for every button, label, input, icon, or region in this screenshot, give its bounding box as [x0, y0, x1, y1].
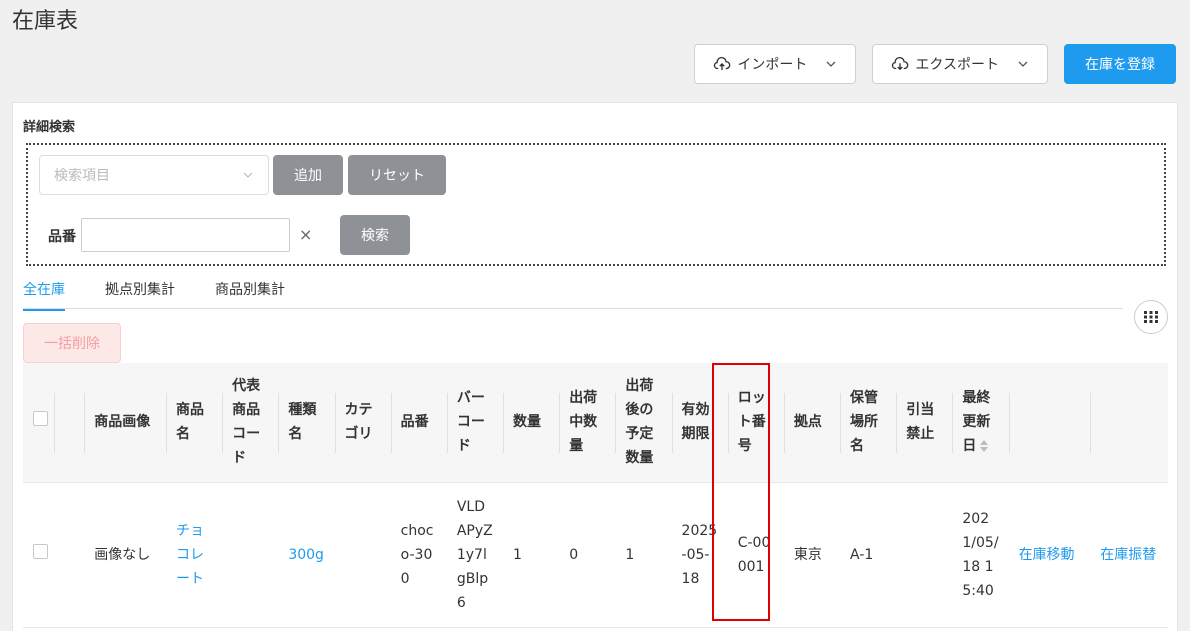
- column-header-storage: 保管場所名: [840, 363, 897, 483]
- column-header-variant: 種類名: [278, 363, 335, 483]
- page-title: 在庫表: [12, 9, 79, 34]
- search-field-placeholder: 検索項目: [54, 168, 110, 184]
- column-header-part-no: 品番: [390, 363, 447, 483]
- column-header-location: 拠点: [783, 363, 841, 483]
- cell-lot: C-00001: [727, 482, 784, 628]
- grid-icon: [1144, 311, 1158, 323]
- column-settings-button[interactable]: [1134, 300, 1168, 334]
- cell-image: 画像なし: [84, 482, 166, 628]
- cloud-upload-icon: [714, 56, 731, 70]
- register-stock-button[interactable]: 在庫を登録: [1064, 44, 1176, 84]
- cell-planned-qty: 1: [615, 482, 672, 628]
- column-header-product-name: 商品名: [165, 363, 223, 483]
- column-header-category: カテゴリ: [334, 363, 391, 483]
- search-field-select[interactable]: 検索項目: [39, 155, 269, 195]
- cell-barcode: VLDAPyZ1y7lgBlp6: [446, 482, 504, 628]
- cell-expiry: 2025-05-18: [671, 482, 728, 628]
- cell-shipping-qty: 0: [559, 482, 616, 628]
- row-spacer-cell: [53, 482, 85, 628]
- add-button[interactable]: 追加: [273, 155, 343, 195]
- tab-by-location[interactable]: 拠点別集計: [105, 279, 175, 309]
- inventory-panel: 詳細検索 検索項目 追加 リセット 品番 × 検索 全在庫 拠点別集計 商品別集…: [12, 102, 1178, 631]
- column-header: [53, 363, 85, 483]
- cell-category: [334, 482, 391, 628]
- row-checkbox[interactable]: [33, 543, 48, 559]
- cell-variant[interactable]: 300g: [278, 482, 335, 628]
- column-header-action-2: [1090, 363, 1168, 483]
- top-actions: インポート エクスポート 在庫を登録: [694, 44, 1176, 84]
- column-header-lot: ロット番号: [727, 363, 784, 483]
- export-button[interactable]: エクスポート: [872, 44, 1048, 84]
- chevron-down-icon: [1018, 61, 1028, 67]
- export-label: エクスポート: [915, 57, 999, 73]
- tab-all-stock[interactable]: 全在庫: [23, 279, 65, 311]
- cloud-download-icon: [892, 56, 909, 71]
- stock-transfer-link[interactable]: 在庫振替: [1090, 482, 1168, 628]
- cell-rep-code: [222, 482, 279, 628]
- reset-button[interactable]: リセット: [348, 155, 446, 195]
- import-button[interactable]: インポート: [694, 44, 857, 84]
- cell-qty: 1: [503, 482, 560, 628]
- chevron-down-icon: [826, 61, 836, 67]
- part-number-input[interactable]: [81, 218, 290, 252]
- select-all-cell: [23, 363, 54, 483]
- part-number-label: 品番: [48, 229, 76, 245]
- inventory-table-wrap: 商品画像 商品名 代表商品コード 種類名 カテゴリ 品番 バーコード 数量 出荷…: [23, 363, 1168, 631]
- column-header-updated[interactable]: 最終更新日: [952, 363, 1009, 483]
- column-header-shipping-qty: 出荷中数量: [559, 363, 616, 483]
- search-button[interactable]: 検索: [340, 215, 410, 255]
- column-header-expiry: 有効期限: [671, 363, 728, 483]
- advanced-search-box: 検索項目 追加 リセット 品番 × 検索: [26, 143, 1166, 266]
- cell-storage: A-1: [840, 482, 897, 628]
- column-header-rep-code: 代表商品コード: [222, 363, 279, 483]
- column-header-reserve-block: 引当禁止: [896, 363, 953, 483]
- inventory-tabs: 全在庫 拠点別集計 商品別集計: [23, 273, 1123, 311]
- cell-product-name[interactable]: チョコレート: [165, 482, 223, 628]
- column-header-action-1: [1008, 363, 1091, 483]
- column-header-image: 商品画像: [84, 363, 166, 483]
- cell-part-no: choco-300: [390, 482, 447, 628]
- stock-move-link[interactable]: 在庫移動: [1008, 482, 1091, 628]
- select-all-checkbox[interactable]: [33, 411, 48, 427]
- row-select-cell: [23, 482, 54, 628]
- cell-updated: 2021/05/18 15:40: [952, 482, 1009, 628]
- column-header-planned-qty: 出荷後の予定数量: [615, 363, 672, 483]
- sort-icon[interactable]: [979, 439, 989, 453]
- bulk-delete-button[interactable]: 一括削除: [23, 323, 121, 363]
- tab-by-product[interactable]: 商品別集計: [215, 279, 285, 309]
- clear-icon[interactable]: ×: [299, 225, 312, 244]
- cell-location: 東京: [783, 482, 841, 628]
- column-header-barcode: バーコード: [446, 363, 504, 483]
- chevron-down-icon: [243, 172, 253, 178]
- inventory-table: 商品画像 商品名 代表商品コード 種類名 カテゴリ 品番 バーコード 数量 出荷…: [23, 363, 1168, 628]
- advanced-search-label: 詳細検索: [23, 120, 76, 135]
- column-header-qty: 数量: [503, 363, 560, 483]
- table-row: 画像なし チョコレート 300g choco-300 VLDAPyZ1y7lgB…: [23, 482, 1168, 628]
- cell-reserve-block: [896, 482, 953, 628]
- table-header-row: 商品画像 商品名 代表商品コード 種類名 カテゴリ 品番 バーコード 数量 出荷…: [23, 363, 1168, 483]
- import-label: インポート: [737, 57, 808, 73]
